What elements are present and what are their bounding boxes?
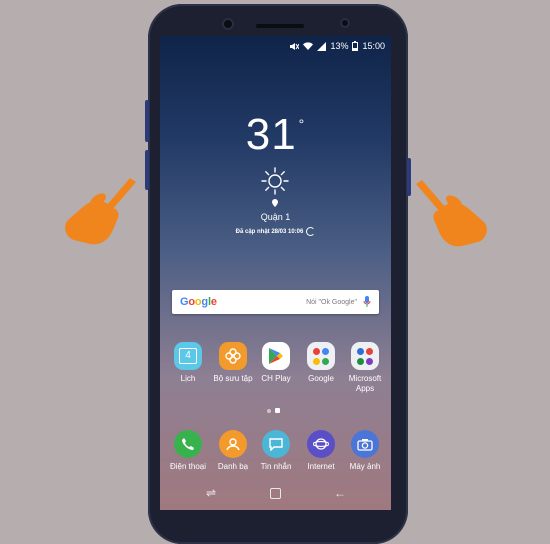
- messages-icon: [262, 430, 290, 458]
- home-icon[interactable]: [270, 488, 281, 499]
- refresh-icon[interactable]: [306, 227, 316, 236]
- person-icon: [226, 438, 240, 451]
- app-label: CH Play: [261, 374, 291, 383]
- app-label: Microsoft Apps: [348, 374, 382, 393]
- app-label: Máy ảnh: [349, 462, 381, 471]
- weather-widget[interactable]: 31 °: [160, 110, 391, 160]
- google-logo: Google: [180, 296, 217, 308]
- internet-icon: [307, 430, 335, 458]
- flower-icon: [225, 348, 241, 364]
- status-bar: 13% 15:00: [289, 40, 385, 52]
- temperature: 31: [245, 110, 297, 159]
- app-play-store[interactable]: CH Play: [251, 342, 301, 384]
- app-label: Tin nhắn: [260, 462, 292, 471]
- dock-messages[interactable]: Tin nhắn: [251, 430, 301, 472]
- planet-icon: [313, 438, 329, 450]
- location-pin-icon: [272, 199, 278, 207]
- home-page-dot: [275, 408, 280, 413]
- calendar-icon: 4: [174, 342, 202, 370]
- left-pointing-hand-icon: [65, 178, 136, 245]
- app-label: Điện thoại: [169, 462, 207, 471]
- weather-updated: Đã cập nhật 28/03 10:06: [160, 227, 391, 236]
- weather-updated-text: Đã cập nhật 28/03 10:06: [235, 229, 304, 236]
- calendar-day: 4: [179, 348, 197, 364]
- microsoft-folder-icon: [351, 342, 379, 370]
- signal-icon: [317, 41, 327, 51]
- navigation-bar: ⇌ ←: [160, 482, 391, 506]
- app-label: Google: [308, 374, 334, 383]
- dock-camera[interactable]: Máy ảnh: [340, 430, 390, 472]
- google-folder-icon: [307, 342, 335, 370]
- degree-symbol: °: [298, 116, 306, 132]
- contacts-icon: [219, 430, 247, 458]
- microphone-icon[interactable]: [363, 296, 371, 308]
- app-microsoft-folder[interactable]: Microsoft Apps: [340, 342, 390, 394]
- google-search-bar[interactable]: Google Nói "Ok Google": [172, 290, 379, 314]
- front-camera-icon: [222, 18, 234, 30]
- dock-phone[interactable]: Điện thoại: [163, 430, 213, 472]
- volume-up-button[interactable]: [145, 100, 149, 142]
- page-indicator: [267, 408, 280, 413]
- earpiece-speaker: [256, 24, 304, 28]
- recent-apps-icon[interactable]: ⇌: [206, 486, 216, 500]
- handset-icon: [182, 438, 194, 450]
- search-placeholder: Nói "Ok Google": [306, 298, 357, 306]
- back-icon[interactable]: ←: [334, 486, 346, 500]
- battery-percent: 13%: [330, 41, 349, 51]
- mute-icon: [290, 42, 300, 50]
- top-sensors: [148, 18, 408, 34]
- app-google-folder[interactable]: Google: [296, 342, 346, 384]
- weather-city: Quận 1: [260, 212, 291, 222]
- play-triangle-icon: [269, 348, 283, 364]
- battery-icon: [352, 41, 359, 51]
- app-label: Internet: [307, 462, 335, 471]
- power-button[interactable]: [407, 158, 411, 196]
- volume-down-button[interactable]: [145, 150, 149, 190]
- camera-glyph-icon: [357, 438, 373, 451]
- app-calendar[interactable]: 4 Lịch: [163, 342, 213, 384]
- wifi-icon: [303, 41, 314, 50]
- camera-icon: [351, 430, 379, 458]
- app-label: Lịch: [180, 374, 196, 383]
- home-screen: 13% 15:00 31 ° Quận 1 Đã cập nhật 28/03 1…: [160, 36, 391, 510]
- sensor-icon: [340, 18, 350, 28]
- phone-icon: [174, 430, 202, 458]
- status-time: 15:00: [362, 41, 385, 51]
- right-pointing-hand-icon: [416, 180, 487, 247]
- sun-icon: [261, 167, 289, 195]
- gallery-icon: [219, 342, 247, 370]
- page-dot: [267, 408, 271, 413]
- play-store-icon: [262, 342, 290, 370]
- dock-internet[interactable]: Internet: [296, 430, 346, 472]
- speech-bubble-icon: [269, 438, 283, 451]
